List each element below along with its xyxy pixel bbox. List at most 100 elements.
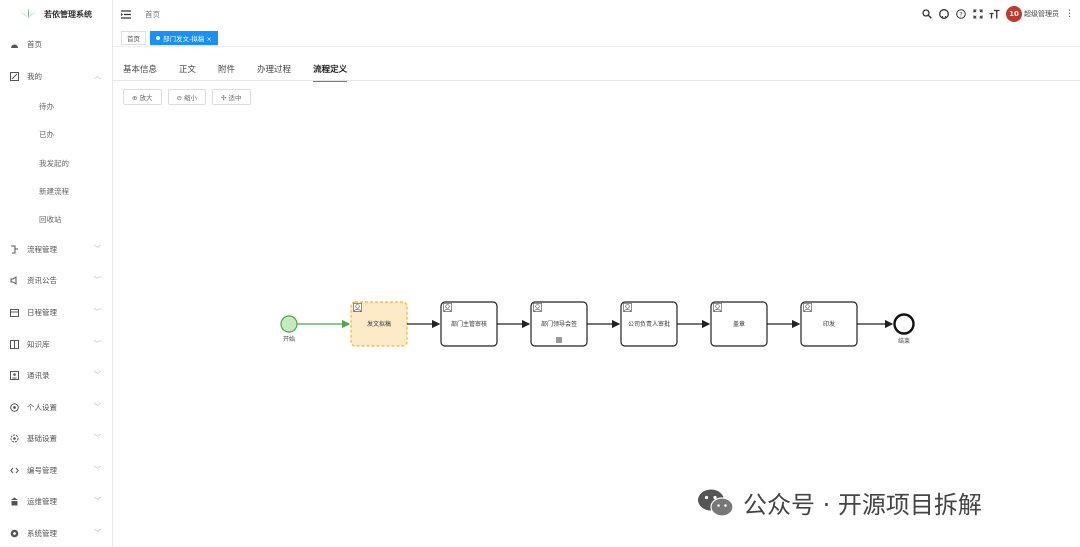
zoom-out-button[interactable]: ⊖ 缩小	[167, 89, 207, 105]
app-logo[interactable]: 若依管理系统	[0, 0, 112, 28]
sidebar-subitem-todo[interactable]: 待办	[39, 101, 54, 112]
tag-home[interactable]: 首页	[121, 30, 146, 45]
fit-center-button[interactable]: ✣ 适中	[212, 89, 251, 105]
sidebar-item-label: 流程管理	[27, 244, 57, 254]
app-title: 若依管理系统	[44, 9, 92, 19]
sidebar-item-mine[interactable]: 我的 ︿	[0, 66, 113, 86]
chevron-down-icon: ﹀	[94, 245, 101, 253]
sidebar-item-label: 资讯公告	[27, 275, 57, 285]
diagram-toolbar: ⊕ 放大 ⊖ 缩小 ✣ 适中	[123, 89, 251, 105]
end-event[interactable]	[893, 313, 915, 335]
start-event[interactable]	[280, 315, 298, 333]
sidebar-item-flow[interactable]: 流程管理 ﹀	[0, 239, 113, 259]
font-size-icon[interactable]	[989, 9, 1000, 20]
sidebar-item-label: 编号管理	[27, 465, 57, 475]
sidebar-item-label: 运维管理	[27, 496, 57, 506]
sidebar-item-label: 系统管理	[27, 528, 57, 538]
watermark: 公众号 · 开源项目拆解	[697, 485, 982, 520]
task-label: 发文拟稿	[367, 320, 391, 328]
sidebar-item-schedule[interactable]: 日程管理 ﹀	[0, 302, 113, 322]
sidebar-subitem-recycle[interactable]: 回收站	[39, 214, 62, 225]
server-icon	[10, 497, 19, 506]
task-label: 部门领导会签	[541, 320, 577, 328]
task-label: 部门主管审核	[451, 320, 487, 328]
github-icon[interactable]	[938, 8, 949, 20]
edit-icon	[10, 71, 19, 81]
chevron-down-icon: ﹀	[94, 529, 101, 537]
logo-icon	[20, 8, 36, 19]
chevron-down-icon: ﹀	[94, 497, 101, 505]
user-task-icon	[623, 303, 632, 312]
watermark-text: 公众号 · 开源项目拆解	[743, 491, 982, 519]
sidebar-item-label: 首页	[27, 39, 42, 49]
sidebar-item-label: 日程管理	[27, 307, 57, 317]
help-icon[interactable]: ?	[955, 8, 966, 20]
sidebar-item-label: 基础设置	[27, 433, 57, 443]
zoom-in-button[interactable]: ⊕ 放大	[123, 89, 162, 105]
task-company-approval[interactable]: 公司负责人审批	[620, 301, 678, 347]
task-label: 印发	[823, 320, 835, 328]
sidebar-item-knowledge[interactable]: 知识库 ﹀	[0, 334, 113, 354]
flow-icon	[10, 245, 19, 254]
sidebar-subitem-started[interactable]: 我发起的	[39, 158, 69, 169]
task-dept-head-review[interactable]: 部门主管审核	[440, 301, 498, 347]
tabs-divider	[113, 80, 1080, 81]
tag-draft[interactable]: 部门发文-拟稿 ×	[150, 30, 218, 45]
user-task-icon	[443, 303, 452, 312]
task-dept-leader-cosign[interactable]: 部门领导会签	[530, 301, 588, 347]
calendar-icon	[10, 308, 19, 317]
breadcrumb[interactable]: 首页	[145, 9, 160, 20]
sidebar-item-home[interactable]: 首页	[0, 34, 113, 54]
sidebar-item-label: 我的	[27, 71, 42, 81]
start-event-label: 开始	[283, 335, 295, 343]
task-label: 盖章	[733, 320, 745, 328]
book-icon	[10, 339, 19, 349]
sidebar-item-news[interactable]: 资讯公告 ﹀	[0, 270, 113, 290]
chevron-down-icon: ﹀	[94, 371, 101, 379]
search-icon[interactable]	[921, 8, 932, 20]
chevron-down-icon: ﹀	[94, 466, 101, 474]
chevron-up-icon: ︿	[94, 72, 101, 80]
chevron-down-icon: ﹀	[94, 434, 101, 442]
sidebar-item-personal[interactable]: 个人设置 ﹀	[0, 397, 113, 417]
task-seal[interactable]: 盖章	[710, 301, 768, 347]
chevron-down-icon: ﹀	[94, 308, 101, 316]
sidebar-item-contacts[interactable]: 通讯录 ﹀	[0, 365, 113, 385]
wechat-icon	[698, 489, 734, 517]
toolbar: ? 10 超级管理员 ⋮	[921, 6, 1074, 22]
sidebar: 若依管理系统 首页 我的 ︿ 待办 已办 我发起的 新建流程 回收站 流程管理 …	[0, 0, 113, 547]
more-icon[interactable]: ⋮	[1065, 9, 1074, 19]
user-task-icon	[713, 303, 722, 312]
sidebar-item-system[interactable]: 系统管理 ﹀	[0, 523, 113, 543]
active-dot-icon	[156, 35, 160, 40]
sidebar-item-numbering[interactable]: 编号管理 ﹀	[0, 460, 113, 480]
sidebar-item-label: 通讯录	[27, 370, 50, 380]
user-name[interactable]: 超级管理员	[1024, 9, 1059, 19]
sidebar-item-label: 个人设置	[27, 402, 57, 412]
avatar[interactable]: 10	[1006, 6, 1022, 22]
sidebar-subitem-new-flow[interactable]: 新建流程	[39, 186, 69, 197]
chevron-down-icon: ﹀	[94, 403, 101, 411]
svg-text:?: ?	[959, 11, 962, 18]
task-draft[interactable]: 发文拟稿	[350, 301, 408, 347]
menu-fold-icon[interactable]	[121, 9, 131, 19]
user-task-icon	[803, 303, 812, 312]
code-icon	[10, 466, 19, 475]
settings-icon	[10, 529, 19, 538]
fullscreen-icon[interactable]	[972, 8, 983, 20]
chevron-down-icon: ﹀	[94, 340, 101, 348]
user-task-icon	[353, 303, 362, 312]
sidebar-item-basic-settings[interactable]: 基础设置 ﹀	[0, 428, 113, 448]
target-icon	[10, 402, 19, 412]
task-label: 公司负责人审批	[628, 320, 670, 328]
sidebar-item-label: 知识库	[27, 339, 50, 349]
address-book-icon	[10, 370, 19, 380]
dashboard-icon	[10, 40, 19, 49]
end-event-label: 结束	[898, 337, 910, 345]
sidebar-item-ops[interactable]: 运维管理 ﹀	[0, 491, 113, 511]
task-print[interactable]: 印发	[800, 301, 858, 347]
flow-diagram: 开始 发文拟稿 部门主管审核 部门领导会签 公司负责人审批 盖章 印发 结束	[280, 301, 915, 347]
sidebar-subitem-done[interactable]: 已办	[39, 129, 54, 140]
speaker-icon	[10, 275, 19, 285]
chevron-down-icon: ﹀	[94, 276, 101, 284]
